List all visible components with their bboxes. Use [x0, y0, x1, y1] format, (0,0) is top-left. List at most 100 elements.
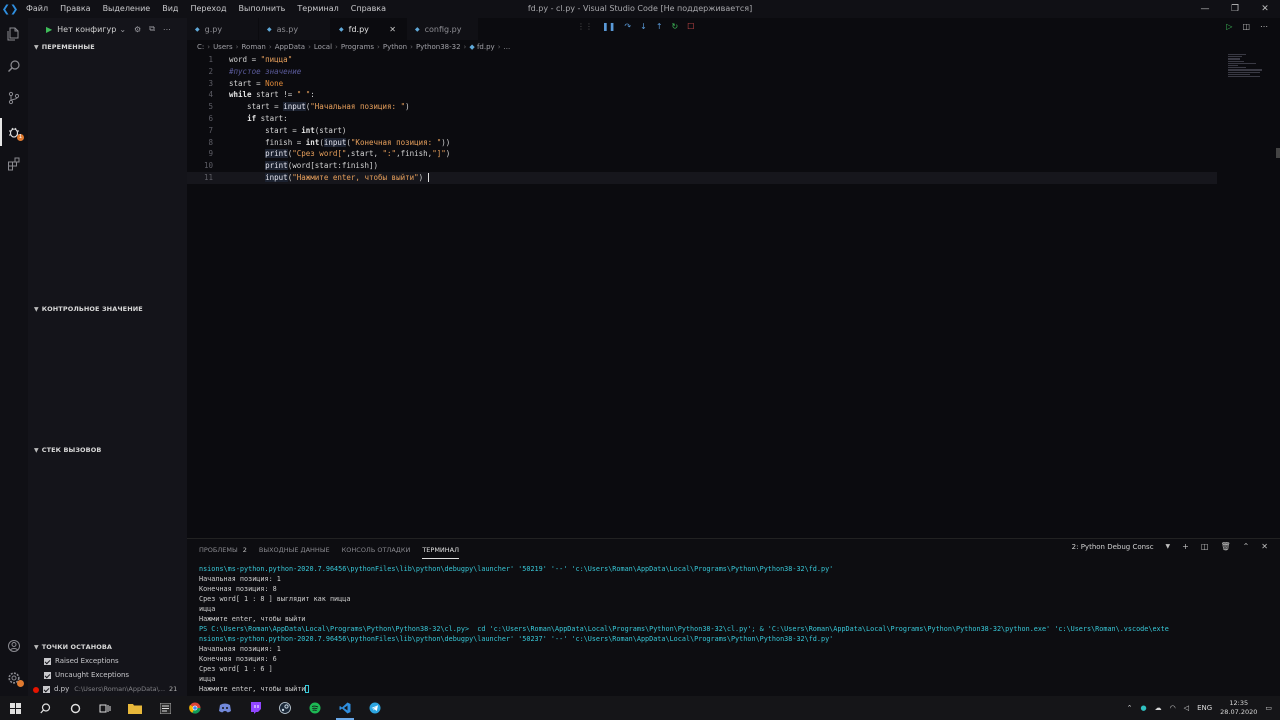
- terminal-output[interactable]: nsions\ms-python.python-2020.7.96456\pyt…: [199, 564, 1274, 694]
- step-out-icon[interactable]: ↑: [656, 22, 663, 31]
- breadcrumb-item[interactable]: Python38-32: [416, 43, 461, 51]
- terminal-select[interactable]: 2: Python Debug Consc: [1072, 543, 1154, 551]
- uncaught-exceptions-item[interactable]: Uncaught Exceptions: [44, 669, 129, 682]
- run-debug-icon[interactable]: 1: [0, 118, 28, 146]
- spotify-icon[interactable]: [300, 696, 330, 720]
- tab-config-py[interactable]: ◆ config.py: [407, 18, 479, 40]
- breakpoint-checkbox[interactable]: [43, 686, 50, 693]
- breadcrumb-item[interactable]: Users: [213, 43, 233, 51]
- minimap[interactable]: [1228, 54, 1268, 84]
- callstack-section-header[interactable]: ▼ СТЕК ВЫЗОВОВ: [28, 443, 187, 457]
- tab-problems[interactable]: ПРОБЛЕМЫ 2: [199, 541, 247, 559]
- menu-help[interactable]: Справка: [345, 0, 392, 18]
- breadcrumb-item[interactable]: fd.py: [477, 43, 495, 51]
- pause-icon[interactable]: ❚❚: [602, 22, 615, 31]
- restart-icon[interactable]: ↻: [672, 22, 679, 31]
- search-icon[interactable]: [30, 696, 60, 720]
- kill-terminal-icon[interactable]: 🗑: [1220, 542, 1230, 551]
- breadcrumb-item[interactable]: Roman: [241, 43, 265, 51]
- split-editor-icon[interactable]: ◫: [1242, 22, 1250, 31]
- tab-fd-py[interactable]: ◆ fd.py ✕: [331, 18, 407, 40]
- code-editor[interactable]: 1 word = "пицца" 2 #пустое значение 3 start…: [187, 54, 1217, 184]
- python-file-icon: ◆: [195, 25, 200, 33]
- activity-bar: 1: [0, 18, 28, 696]
- breadcrumb-item[interactable]: Python: [383, 43, 407, 51]
- accounts-icon[interactable]: [0, 632, 28, 660]
- chevron-up-icon[interactable]: ⌃: [1127, 704, 1133, 712]
- maximize-panel-icon[interactable]: ⌃: [1243, 542, 1250, 551]
- terminal-line: nsions\ms-python.python-2020.7.96456\pyt…: [199, 565, 834, 573]
- explorer-icon[interactable]: [0, 20, 28, 48]
- debug-config-select[interactable]: Нет конфигур: [57, 25, 116, 34]
- restore-button[interactable]: ❐: [1220, 0, 1250, 18]
- clock[interactable]: 12:35 28.07.2020: [1220, 699, 1257, 717]
- taskbar-app-icon[interactable]: [150, 696, 180, 720]
- search-icon[interactable]: [0, 52, 28, 80]
- menu-go[interactable]: Переход: [184, 0, 232, 18]
- windows-start-icon[interactable]: [0, 696, 30, 720]
- raised-exceptions-checkbox[interactable]: [44, 658, 51, 665]
- raised-exceptions-label: Raised Exceptions: [55, 657, 119, 665]
- settings-gear-icon[interactable]: [0, 664, 28, 692]
- tab-output[interactable]: ВЫХОДНЫЕ ДАННЫЕ: [259, 541, 330, 559]
- stop-icon[interactable]: ☐: [687, 22, 694, 31]
- drag-handle-icon[interactable]: ⋮⋮: [577, 22, 593, 31]
- breakpoint-file-item[interactable]: d.py C:\Users\Roman\AppData\... 21: [33, 683, 177, 696]
- step-into-icon[interactable]: ↓: [640, 22, 647, 31]
- raised-exceptions-item[interactable]: Raised Exceptions: [44, 655, 119, 668]
- breakpoints-section-header[interactable]: ▼ ТОЧКИ ОСТАНОВА: [28, 640, 187, 654]
- editor-scrollbar[interactable]: [1276, 148, 1280, 158]
- task-view-icon[interactable]: [90, 696, 120, 720]
- file-explorer-icon[interactable]: [120, 696, 150, 720]
- network-app-icon[interactable]: ●: [1140, 704, 1146, 712]
- new-terminal-icon[interactable]: +: [1182, 542, 1189, 551]
- volume-icon[interactable]: ◁: [1184, 704, 1189, 712]
- debug-console-icon[interactable]: ⧉: [149, 24, 155, 34]
- chevron-down-icon[interactable]: ⌄: [119, 25, 126, 34]
- split-terminal-icon[interactable]: ◫: [1201, 542, 1209, 551]
- notifications-icon[interactable]: ▭: [1265, 704, 1272, 712]
- more-actions-icon[interactable]: ⋯: [1260, 22, 1268, 31]
- close-panel-icon[interactable]: ✕: [1261, 542, 1268, 551]
- breadcrumb-item[interactable]: Local: [314, 43, 332, 51]
- step-over-icon[interactable]: ↷: [624, 22, 631, 31]
- tab-as-py[interactable]: ◆ as.py: [259, 18, 331, 40]
- breadcrumb-item[interactable]: Programs: [341, 43, 374, 51]
- tab-g-py[interactable]: ◆ g.py: [187, 18, 259, 40]
- tab-terminal[interactable]: ТЕРМИНАЛ: [422, 541, 460, 559]
- extensions-icon[interactable]: [0, 150, 28, 178]
- line-number: 7: [208, 125, 213, 135]
- variables-section-header[interactable]: ▼ ПЕРЕМЕННЫЕ: [28, 40, 187, 54]
- twitch-icon[interactable]: [240, 696, 270, 720]
- breadcrumb-item[interactable]: ...: [504, 43, 511, 51]
- start-debugging-icon[interactable]: ▶: [46, 25, 52, 34]
- more-actions-icon[interactable]: ⋯: [163, 25, 171, 34]
- cortana-icon[interactable]: [60, 696, 90, 720]
- cloud-icon[interactable]: ☁: [1155, 704, 1162, 712]
- menu-view[interactable]: Вид: [156, 0, 184, 18]
- run-file-icon[interactable]: ▷: [1226, 22, 1232, 31]
- menu-edit[interactable]: Правка: [54, 0, 96, 18]
- uncaught-exceptions-checkbox[interactable]: [44, 672, 51, 679]
- breadcrumb-item[interactable]: C:: [197, 43, 204, 51]
- menu-run[interactable]: Выполнить: [233, 0, 292, 18]
- source-control-icon[interactable]: [0, 84, 28, 112]
- tab-debug-console[interactable]: КОНСОЛЬ ОТЛАДКИ: [342, 541, 411, 559]
- close-window-button[interactable]: ✕: [1250, 0, 1280, 18]
- menu-selection[interactable]: Выделение: [97, 0, 157, 18]
- language-indicator[interactable]: ENG: [1197, 704, 1212, 712]
- gear-icon[interactable]: ⚙: [134, 25, 141, 34]
- steam-icon[interactable]: [270, 696, 300, 720]
- menu-file[interactable]: Файл: [20, 0, 54, 18]
- discord-icon[interactable]: [210, 696, 240, 720]
- chrome-icon[interactable]: [180, 696, 210, 720]
- close-icon[interactable]: ✕: [389, 25, 396, 34]
- breadcrumb-item[interactable]: AppData: [275, 43, 305, 51]
- chevron-down-icon[interactable]: ▼: [1166, 543, 1171, 550]
- watch-section-header[interactable]: ▼ КОНТРОЛЬНОЕ ЗНАЧЕНИЕ: [28, 302, 187, 316]
- telegram-icon[interactable]: [360, 696, 390, 720]
- menu-terminal[interactable]: Терминал: [291, 0, 344, 18]
- vscode-taskbar-icon[interactable]: [330, 696, 360, 720]
- wifi-icon[interactable]: ◠: [1170, 704, 1176, 712]
- minimize-button[interactable]: —: [1190, 0, 1220, 18]
